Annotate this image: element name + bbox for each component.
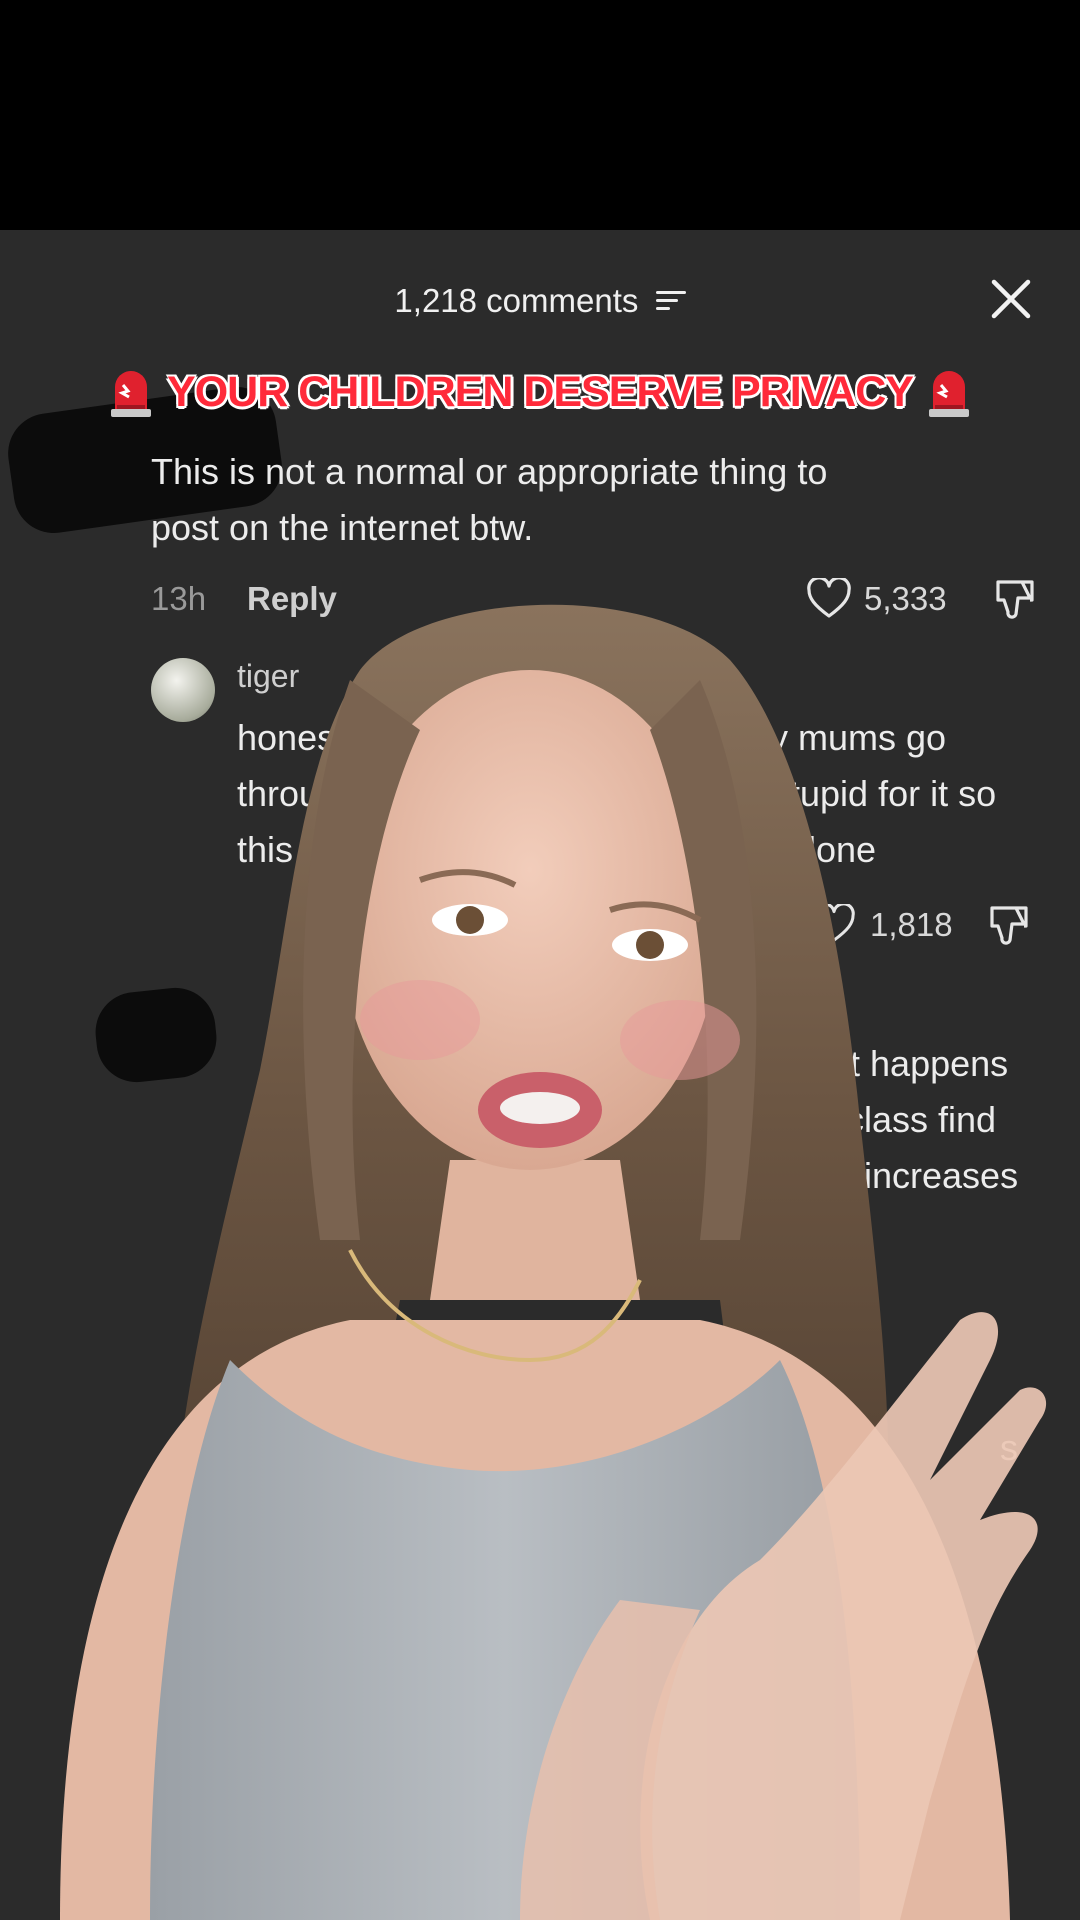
video-top-area xyxy=(0,0,1080,230)
police-siren-icon xyxy=(927,369,971,417)
person-overlay xyxy=(60,604,1047,1920)
comments-count: 1,218 comments xyxy=(394,282,639,320)
comment-text-line: This is not a normal or appropriate thin… xyxy=(151,451,828,492)
comments-count-row[interactable]: 1,218 comments xyxy=(0,280,1080,320)
banner-text: YOUR CHILDREN DESERVE PRIVACY xyxy=(167,368,914,416)
comment-text-line: post on the internet btw. xyxy=(151,507,534,548)
police-siren-icon xyxy=(109,369,153,417)
comments-header: 1,218 comments xyxy=(0,230,1080,370)
sort-icon[interactable] xyxy=(655,289,686,313)
sticker-banner: YOUR CHILDREN DESERVE PRIVACY xyxy=(0,368,1080,417)
close-icon[interactable] xyxy=(988,276,1034,322)
